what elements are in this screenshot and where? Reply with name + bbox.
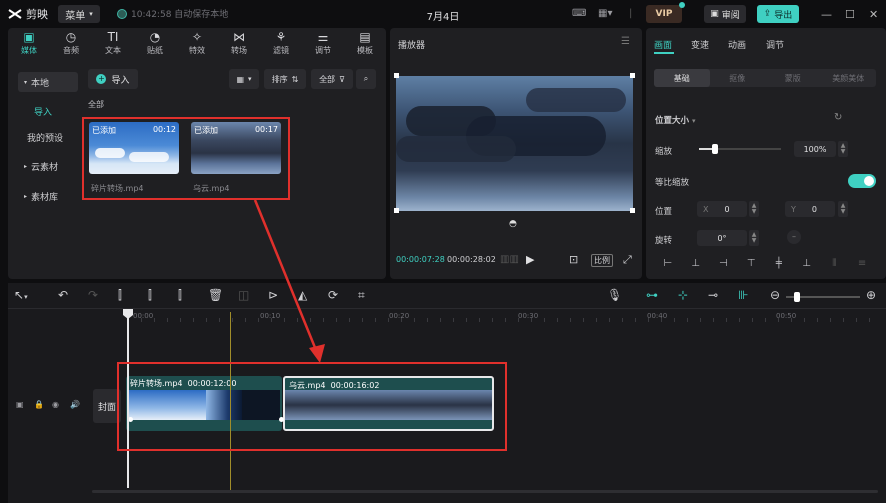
app-window: { "app": {"name": "剪映", "menu_label": "菜…	[0, 0, 886, 503]
annotation-arrow	[253, 199, 325, 363]
